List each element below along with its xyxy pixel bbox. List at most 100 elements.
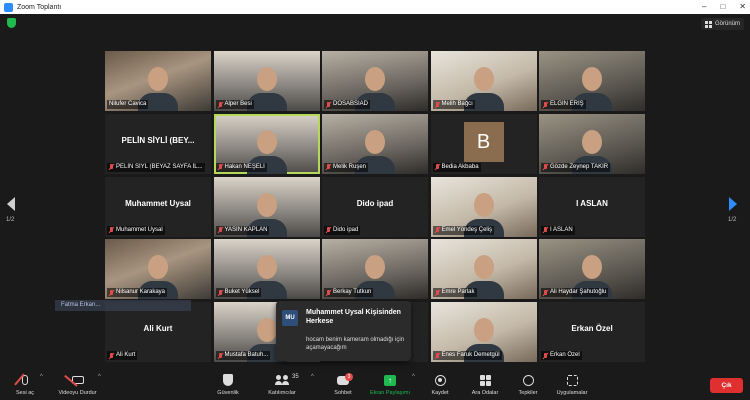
participant-display-name: I ASLAN [576, 198, 608, 208]
mic-muted-icon [435, 101, 440, 108]
mic-muted-icon [326, 227, 331, 233]
participant-tile[interactable]: Muhammet Uysal Muhammet Uysal [105, 176, 211, 237]
leave-button[interactable]: Çık [710, 378, 743, 393]
page-indicator-left: 1/2 [6, 217, 15, 223]
next-page-button[interactable]: 1/2 [728, 197, 743, 223]
participant-tile[interactable]: Gözde Zeynep TAKIR [539, 113, 645, 174]
unmute-button[interactable]: Sesi aç [10, 373, 40, 396]
participant-name-text: Dido ipad [333, 226, 359, 233]
participant-tile[interactable]: Ali Haydar Şahutoğlu [539, 239, 645, 300]
participant-tile[interactable]: Ali Kurt Ali Kurt [105, 302, 211, 362]
security-button[interactable]: Güvenlik [213, 373, 243, 396]
apps-button[interactable]: Uygulamalar [551, 373, 593, 396]
participant-tile[interactable]: Enes Faruk Demetgül [430, 302, 537, 362]
share-screen-button[interactable]: ↑ Ekran Paylaşımı [365, 373, 415, 396]
participant-name-text: PELİN SİYL (BEYAZ SAYFA İL... [116, 163, 203, 170]
participant-avatar: B [463, 121, 504, 162]
chat-popup-header: Muhammet Uysal Kişisinden Herkese [306, 309, 401, 325]
participant-name-text: Mustafa Batuh... [224, 352, 269, 358]
participant-name-label: Gözde Zeynep TAKIR [541, 162, 611, 172]
participant-tile[interactable]: Buket Yüksel [213, 239, 320, 300]
breakout-rooms-button[interactable]: Ara Odalar [466, 373, 504, 396]
participants-options-caret-icon[interactable]: ^ [311, 374, 314, 380]
participant-tile[interactable]: Alper Besi [213, 51, 320, 111]
participant-tile[interactable]: Hakan NEŞELİ [213, 113, 320, 174]
mic-muted-icon [543, 289, 548, 296]
participant-name-text: Alper Besi [224, 101, 252, 107]
grid-view-icon [704, 20, 712, 28]
participant-tile[interactable]: I ASLAN I ASLAN [539, 176, 645, 237]
chat-unread-badge: 3 [345, 372, 353, 381]
participant-display-name: Dido ipad [356, 198, 394, 208]
participants-label: Katılımcılar [268, 390, 296, 396]
smiley-icon [522, 374, 534, 386]
mic-muted-icon [543, 164, 548, 170]
participant-name-label: Erkan Özel [541, 351, 582, 360]
share-screen-label: Ekran Paylaşımı [369, 390, 411, 396]
participant-name-label: Buket Yüksel [215, 288, 262, 298]
close-icon[interactable]: ✕ [739, 0, 746, 14]
share-options-caret-icon[interactable]: ^ [412, 374, 415, 380]
minimize-icon[interactable]: – [702, 0, 706, 14]
participant-name-text: Buket Yüksel [224, 289, 260, 296]
participant-name-label: Melik Ruşen [324, 162, 369, 172]
previous-page-button[interactable]: 1/2 [6, 197, 21, 223]
participant-tile[interactable]: PELİN SİYLİ (BEY... PELİN SİYL (BEYAZ SAY… [105, 113, 211, 174]
reactions-button[interactable]: Tepkiler [512, 373, 544, 396]
participant-tile[interactable]: Berkay Tutkun [322, 239, 428, 300]
participant-tile[interactable]: Nilufer Cavica [105, 51, 211, 111]
participant-name-label: PELİN SİYL (BEYAZ SAYFA İL... [107, 162, 205, 172]
participant-name-text: Nilsanur Karakaya [116, 289, 166, 296]
encryption-shield-icon[interactable] [7, 18, 16, 28]
participant-name-label: YASİN KAPLAN [215, 225, 270, 235]
participant-name-text: Berkay Tutkun [333, 289, 372, 296]
chat-sender-avatar: MU [282, 310, 298, 326]
participant-tile[interactable]: Erkan Özel Erkan Özel [539, 302, 645, 362]
participant-name-text: Emre Parlak [441, 289, 475, 296]
maximize-icon[interactable]: □ [720, 0, 725, 14]
participant-tile[interactable]: Emel Yöndeş Çeliş [430, 176, 537, 237]
mic-muted-icon [109, 164, 114, 170]
participant-tile[interactable]: Dido ipad Dido ipad [322, 176, 428, 237]
mic-muted-icon [326, 164, 331, 170]
participant-name-text: Ali Kurt [116, 352, 136, 358]
mic-muted-icon [435, 289, 440, 296]
participant-tile[interactable]: Emre Parlak [430, 239, 537, 300]
participant-tile[interactable]: DOSABSİAD [322, 51, 428, 111]
participant-tile[interactable]: YASİN KAPLAN [213, 176, 320, 237]
video-options-caret-icon[interactable]: ^ [98, 374, 101, 380]
stop-video-button[interactable]: Videoyu Durdur [55, 373, 100, 396]
participant-tile[interactable]: Melik Ruşen [322, 113, 428, 174]
security-label: Güvenlik [217, 390, 239, 396]
participant-name-text: Enes Faruk Demetgül [441, 352, 500, 358]
chat-notification-popup[interactable]: MU Muhammet Uysal Kişisinden Herkese hoc… [276, 301, 411, 361]
mic-muted-icon [218, 227, 223, 233]
participant-name-text: Muhammet Uysal [116, 226, 163, 233]
participant-tile[interactable]: B Bedia Akbaba [430, 113, 537, 174]
record-icon [434, 374, 446, 386]
audio-options-caret-icon[interactable]: ^ [40, 374, 43, 380]
participant-tile[interactable]: Nilsanur Karakaya [105, 239, 211, 300]
participant-tile[interactable]: ELGİN ERİŞ [539, 51, 645, 111]
participant-name-label: DOSABSİAD [324, 100, 371, 109]
participant-name-text: ELGİN ERİŞ [550, 101, 584, 107]
participant-name-text: Melih Bağcı [441, 101, 473, 107]
breakout-rooms-icon [479, 374, 491, 386]
participant-name-label: Berkay Tutkun [324, 288, 374, 298]
chat-button[interactable]: 3 Sohbet [328, 372, 358, 396]
participant-name-text: DOSABSİAD [333, 101, 369, 107]
participant-name-label: Ali Kurt [107, 351, 138, 360]
mic-muted-icon [326, 289, 331, 296]
microphone-muted-icon [22, 375, 28, 385]
mic-muted-icon [543, 352, 548, 359]
participant-tile[interactable]: Melih Bağcı [430, 51, 537, 111]
hidden-participant-bar: Fatma Erkan... [55, 300, 191, 311]
participant-name-label: Muhammet Uysal [107, 225, 165, 235]
camera-off-icon [71, 376, 84, 384]
view-button[interactable]: Görünüm [700, 18, 744, 30]
participant-name-text: Bedia Akbaba [441, 163, 479, 170]
record-button[interactable]: Kaydet [425, 373, 455, 396]
share-screen-icon: ↑ [384, 374, 396, 386]
participant-name-label: Nilsanur Karakaya [107, 288, 168, 298]
participant-name-label: Ali Haydar Şahutoğlu [541, 288, 609, 298]
